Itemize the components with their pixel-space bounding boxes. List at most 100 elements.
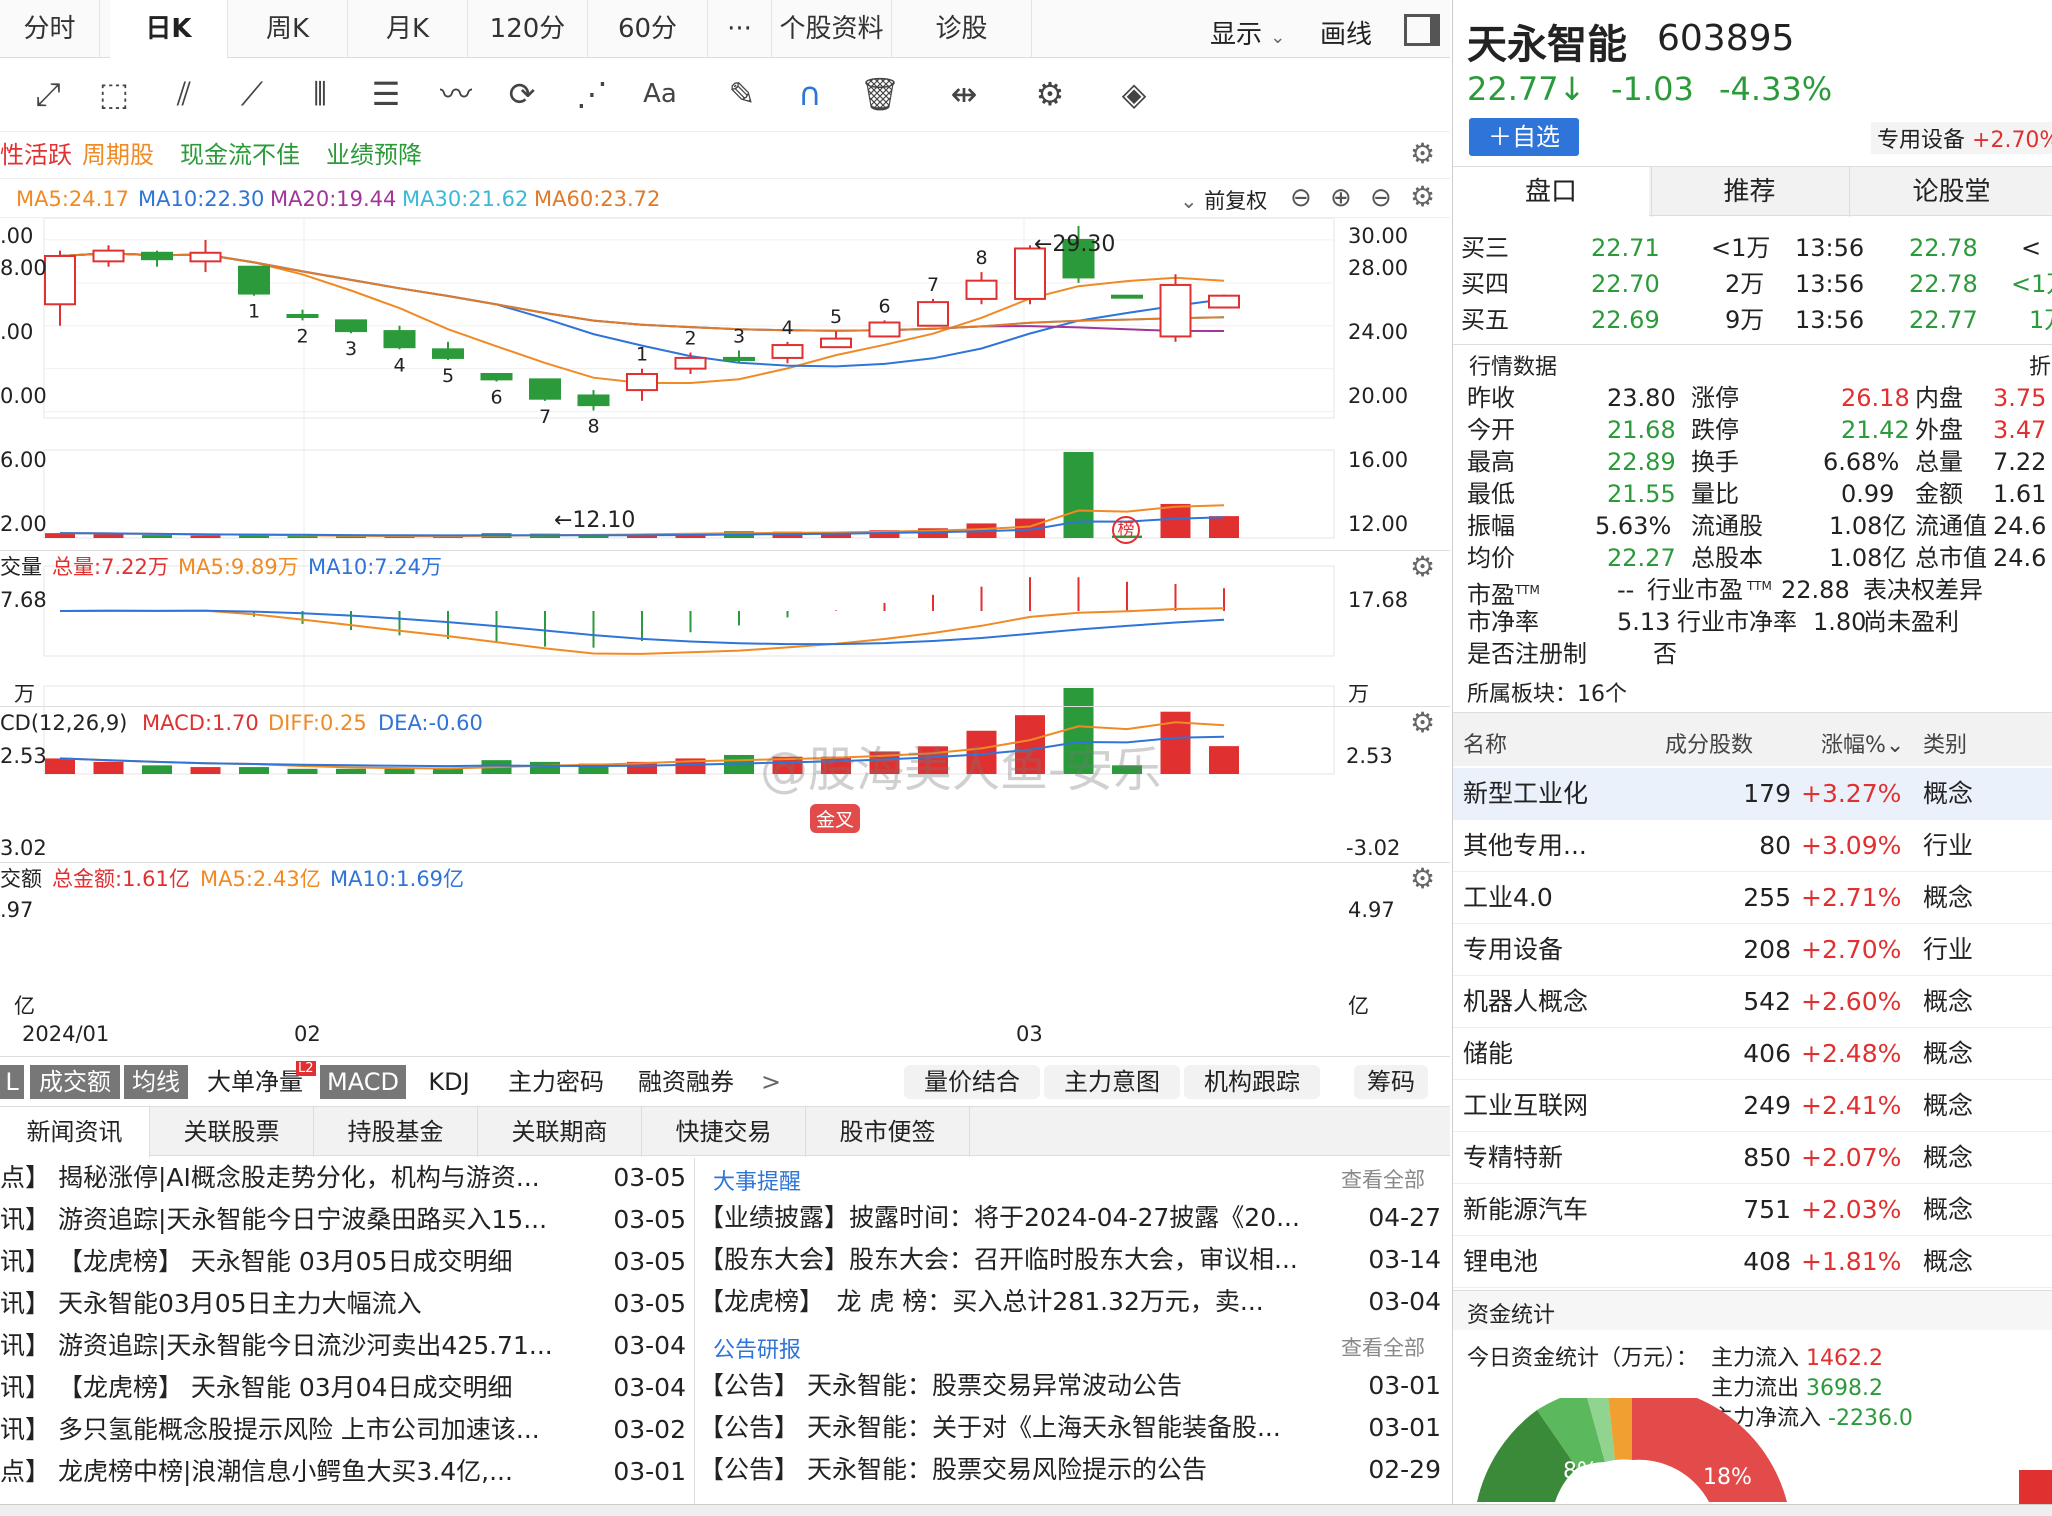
text-tool-icon[interactable]: Aa	[636, 70, 684, 118]
table-row[interactable]: 机器人概念 542 +2.60% 概念	[1453, 976, 2052, 1028]
wave-tool-icon[interactable]: 〰	[432, 70, 480, 118]
table-row[interactable]: 新型工业化 179 +3.27% 概念	[1453, 768, 2052, 820]
news-item[interactable]: 讯】 天永智能03月05日主力大幅流入 03-05	[0, 1284, 690, 1324]
fan-tool-icon[interactable]: ⫽	[160, 70, 208, 118]
tag-earnings-drop[interactable]: 业绩预降	[326, 138, 422, 172]
notices-see-all[interactable]: 查看全部	[1341, 1332, 1425, 1362]
line-tool-icon[interactable]: ⤢	[24, 70, 72, 118]
events-see-all[interactable]: 查看全部	[1341, 1164, 1425, 1194]
bars-tool-icon[interactable]: ⦀	[296, 70, 344, 118]
tab-price-volume[interactable]: 量价结合	[904, 1065, 1040, 1099]
channel-tool-icon[interactable]: ⟋	[228, 70, 276, 118]
tab-60min[interactable]: 60分	[588, 0, 708, 58]
gear-icon[interactable]: ⚙	[1410, 183, 1435, 211]
tab-institution[interactable]: 机构跟踪	[1184, 1065, 1320, 1099]
tab-forum[interactable]: 论股堂	[1849, 167, 2052, 217]
panel-toggle-icon[interactable]	[1404, 14, 1440, 46]
tab-more[interactable]: ···	[708, 0, 772, 58]
right-axis-label: 30.00	[1348, 224, 1409, 248]
event-item[interactable]: 【业绩披露】披露时间：将于2024-04-27披露《20... 04-27	[699, 1198, 1445, 1238]
news-item[interactable]: 讯】 游资追踪|天永智能今日宁波桑田路买入15... 03-05	[0, 1200, 690, 1240]
table-row[interactable]: 其他专用... 80 +3.09% 行业	[1453, 820, 2052, 872]
magnet-icon[interactable]: ∩	[786, 70, 834, 118]
table-row[interactable]: 锂电池 408 +1.81% 概念	[1453, 1236, 2052, 1288]
add-watchlist-button[interactable]: ＋自选	[1469, 118, 1579, 156]
zoom-in-icon[interactable]: ⊕	[1330, 183, 1352, 213]
eraser-icon[interactable]: ✎	[718, 70, 766, 118]
table-row[interactable]: 专精特新 850 +2.07% 概念	[1453, 1132, 2052, 1184]
news-item[interactable]: 点】 龙虎榜中榜|浪潮信息小鳄鱼大买3.4亿,... 03-01	[0, 1452, 690, 1492]
zoom-out-icon[interactable]: ⊖	[1290, 183, 1312, 213]
tab-kdj[interactable]: KDJ	[414, 1065, 484, 1099]
tab-diagnose[interactable]: 诊股	[892, 0, 1032, 58]
sector-chip[interactable]: 专用设备 +2.70%	[1871, 122, 2052, 154]
table-row[interactable]: 工业4.0 255 +2.71% 概念	[1453, 872, 2052, 924]
table-row[interactable]: 储能 406 +2.48% 概念	[1453, 1028, 2052, 1080]
gear-icon[interactable]: ⚙	[1410, 140, 1435, 168]
fib-tool-icon[interactable]: ☰	[362, 70, 410, 118]
tab-main-code[interactable]: 主力密码	[496, 1065, 616, 1099]
tab-big-order[interactable]: 大单净量	[200, 1065, 310, 1099]
gear-icon[interactable]: ⚙	[1410, 709, 1435, 737]
stretch-icon[interactable]: ⇹	[940, 70, 988, 118]
display-menu[interactable]: 显示 ⌄	[1210, 14, 1285, 51]
news-item[interactable]: 讯】 【龙虎榜】 天永智能 03月04日成交明细 03-04	[0, 1368, 690, 1408]
chevron-right-icon[interactable]: >	[756, 1065, 786, 1099]
tab-macd[interactable]: MACD	[320, 1065, 406, 1099]
tag-active[interactable]: 性活跃	[0, 138, 72, 172]
gear-icon[interactable]: ⚙	[1410, 553, 1435, 581]
cycle-tool-icon[interactable]: ⟳	[498, 70, 546, 118]
tab-quick-trade[interactable]: 快捷交易	[642, 1107, 806, 1157]
tag-cyclical[interactable]: 周期股	[82, 138, 154, 172]
tab-notes[interactable]: 股市便签	[806, 1107, 970, 1157]
tab-related-stocks[interactable]: 关联股票	[150, 1107, 314, 1157]
minus-icon[interactable]: ⊖	[1370, 183, 1392, 213]
tag-cashflow[interactable]: 现金流不佳	[180, 138, 300, 172]
tab-recommend[interactable]: 推荐	[1651, 167, 1847, 217]
tab-daily-k[interactable]: 日K	[110, 0, 228, 58]
tab-orderbook[interactable]: 盘口	[1453, 167, 1649, 217]
adjust-menu[interactable]: ⌄ 前复权	[1180, 185, 1267, 215]
notice-item[interactable]: 【公告】 天永智能：股票交易异常波动公告 03-01	[699, 1366, 1445, 1406]
draw-line-button[interactable]: 画线	[1320, 14, 1372, 51]
notice-item[interactable]: 【公告】 天永智能：关于对《上海天永智能装备股... 03-01	[699, 1408, 1445, 1448]
trash-icon[interactable]: 🗑	[856, 70, 904, 118]
col-pct[interactable]: 涨幅%⌄	[1821, 727, 1904, 759]
col-count[interactable]: 成分股数	[1665, 727, 1753, 759]
tab-120min[interactable]: 120分	[468, 0, 588, 58]
event-item[interactable]: 【龙虎榜】 龙 虎 榜：买入总计281.32万元，卖... 03-04	[699, 1282, 1445, 1322]
gear-icon[interactable]: ⚙	[1410, 865, 1435, 893]
tab-margin[interactable]: 融资融券	[626, 1065, 746, 1099]
col-name[interactable]: 名称	[1463, 727, 1507, 759]
news-item[interactable]: 点】 揭秘涨停|AI概念股走势分化，机构与游资... 03-05	[0, 1158, 690, 1198]
news-item[interactable]: 讯】 【龙虎榜】 天永智能 03月05日成交明细 03-05	[0, 1242, 690, 1282]
rank-badge[interactable]: 榜	[1112, 516, 1140, 544]
col-type[interactable]: 类别	[1923, 727, 1967, 759]
table-row[interactable]: 专用设备 208 +2.70% 行业	[1453, 924, 2052, 976]
tab-l[interactable]: L	[0, 1065, 24, 1099]
settings-gear-icon[interactable]: ⚙	[1026, 70, 1074, 118]
tab-ma[interactable]: 均线	[124, 1065, 188, 1099]
quote-fold[interactable]: 折	[2029, 349, 2051, 381]
table-row[interactable]: 新能源汽车 751 +2.03% 概念	[1453, 1184, 2052, 1236]
notice-item[interactable]: 【公告】 天永智能：股票交易风险提示的公告 02-29	[699, 1450, 1445, 1490]
layers-icon[interactable]: ◈	[1110, 70, 1158, 118]
tab-main-intent[interactable]: 主力意图	[1044, 1065, 1180, 1099]
news-item[interactable]: 讯】 多只氢能概念股提示风险 上市公司加速该... 03-02	[0, 1410, 690, 1450]
kline-chart[interactable]: 1 2 3 4 5 6 7 8 1 2 3 4 5 6 7 8	[0, 218, 1450, 1054]
tab-news[interactable]: 新闻资讯	[0, 1107, 150, 1157]
event-item[interactable]: 【股东大会】股东大会：召开临时股东大会，审议相... 03-14	[699, 1240, 1445, 1280]
gann-tool-icon[interactable]: ⋰	[568, 70, 616, 118]
tab-futures[interactable]: 关联期商	[478, 1107, 642, 1157]
tab-monthly-k[interactable]: 月K	[348, 0, 468, 58]
tab-funds[interactable]: 持股基金	[314, 1107, 478, 1157]
tab-chips[interactable]: 筹码	[1354, 1065, 1428, 1099]
news-item[interactable]: 讯】 游资追踪|天永智能今日流沙河卖出425.71... 03-04	[0, 1326, 690, 1366]
tab-intraday[interactable]: 分时	[0, 0, 100, 58]
rect-tool-icon[interactable]: ⬚	[90, 70, 138, 118]
tab-amount[interactable]: 成交额	[30, 1065, 120, 1099]
tab-stock-profile[interactable]: 个股资料	[772, 0, 892, 58]
table-row[interactable]: 工业互联网 249 +2.41% 概念	[1453, 1080, 2052, 1132]
block-type: 概念	[1923, 883, 1974, 912]
tab-weekly-k[interactable]: 周K	[228, 0, 348, 58]
